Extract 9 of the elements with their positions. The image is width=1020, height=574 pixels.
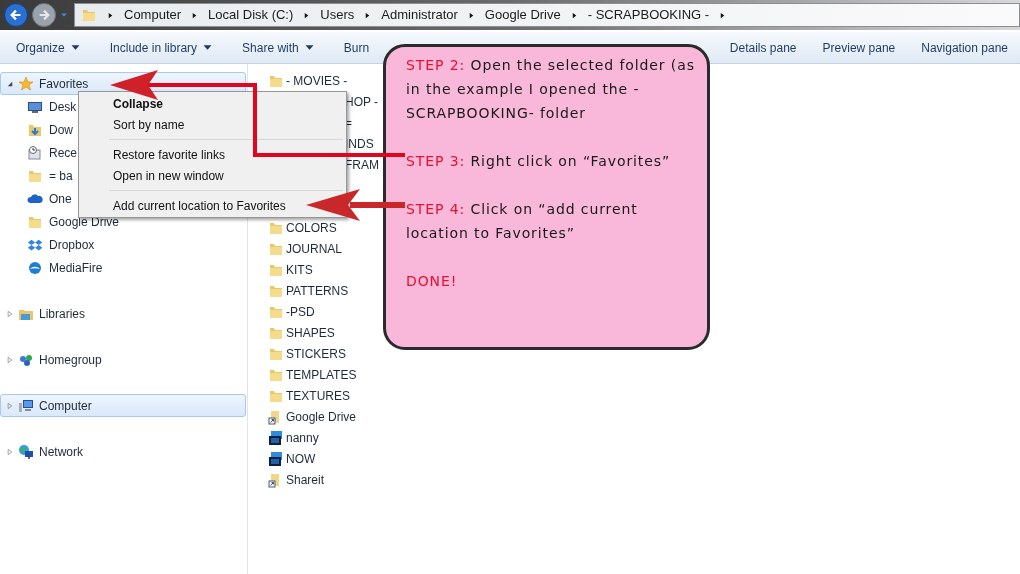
nav-label: Favorites bbox=[39, 75, 89, 93]
nav-label: Homegroup bbox=[39, 351, 102, 369]
done-text: DONE! bbox=[406, 272, 459, 291]
step-text: STEP 3: Right click on “Favorites” bbox=[406, 152, 672, 171]
nav-label: Network bbox=[39, 443, 83, 461]
step-text: STEP 4: Click on “add current location to Favorites” bbox=[406, 200, 639, 243]
nav-label: Computer bbox=[39, 397, 92, 415]
nav-label: Libraries bbox=[39, 305, 86, 323]
step-text: STEP 2: Open the selected folder (as in the example I opened the -SCRAPBOOKING- folder bbox=[406, 56, 696, 123]
